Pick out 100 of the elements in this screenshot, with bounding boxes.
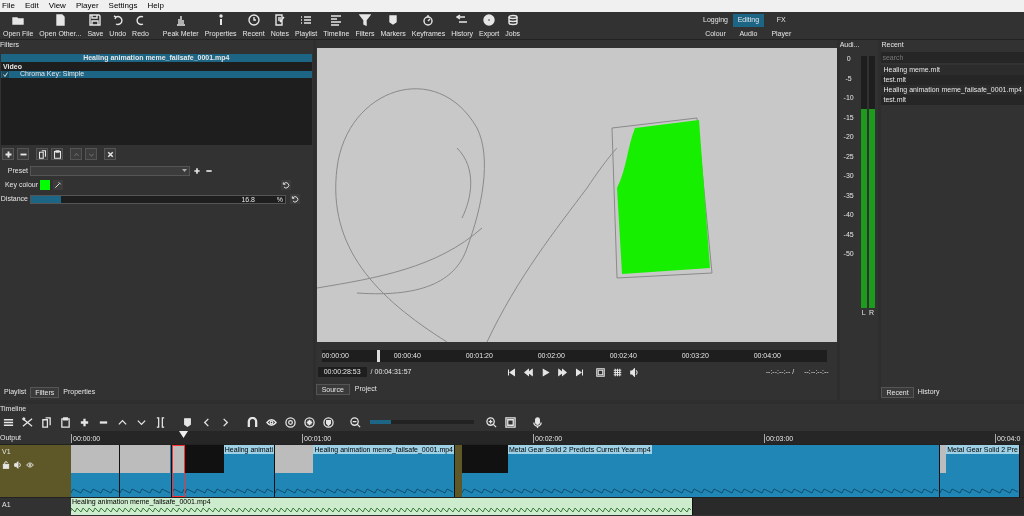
document-icon: [54, 14, 67, 26]
add-preset-button[interactable]: [192, 166, 202, 176]
filter-checkbox[interactable]: [2, 71, 9, 78]
zoom-out-icon: [349, 416, 361, 428]
timeline-toolbar-button[interactable]: [284, 416, 296, 428]
menu-item[interactable]: Player: [75, 0, 99, 12]
menu-item[interactable]: Edit: [24, 0, 39, 12]
zoom-in-icon: [485, 416, 497, 428]
marker-icon: [387, 14, 400, 26]
plus-icon: [193, 167, 201, 175]
zoom-out-button[interactable]: [349, 416, 361, 428]
timeline-toolbar-button[interactable]: [40, 416, 52, 428]
fast-forward-icon: [558, 367, 568, 377]
timeline-clip[interactable]: [71, 445, 120, 497]
volume-icon: [630, 367, 640, 377]
timeline-toolbar-button[interactable]: [78, 416, 90, 428]
playhead-marker-icon: [179, 431, 188, 440]
stack-icon: [506, 14, 519, 26]
timeline-toolbar-button[interactable]: [154, 416, 166, 428]
grid-icon: [613, 367, 623, 377]
stopwatch-icon: [422, 14, 435, 26]
close-icon: [105, 149, 115, 159]
menu-item[interactable]: File: [2, 0, 15, 12]
copy-icon: [37, 149, 47, 159]
magnet-icon: [246, 416, 258, 428]
menu-item[interactable]: View: [48, 0, 66, 12]
transport-button[interactable]: [506, 366, 518, 378]
menu-icon: [2, 416, 14, 428]
target-icon: [284, 416, 296, 428]
plus-icon: [3, 149, 13, 159]
timeline-clip[interactable]: [172, 445, 185, 497]
list-icon: [300, 14, 313, 26]
save-icon: [89, 14, 102, 26]
ripple-icon: [154, 416, 166, 428]
clock-icon: [247, 14, 260, 26]
filter-toolbar-button[interactable]: [104, 148, 116, 160]
timeline-toolbar-button[interactable]: [2, 416, 14, 428]
transport-button[interactable]: [574, 366, 586, 378]
eye-icon: [265, 416, 277, 428]
timeline-clip[interactable]: [120, 445, 172, 497]
menu-item[interactable]: Help: [147, 0, 164, 12]
reset-icon: [291, 195, 299, 203]
paste-icon: [52, 149, 62, 159]
timeline-toolbar-button[interactable]: [322, 416, 334, 428]
timeline-toolbar-button[interactable]: [59, 416, 71, 428]
star-circle-icon: [303, 416, 315, 428]
thumbnail-placeholder: [462, 445, 508, 473]
playhead[interactable]: [377, 350, 381, 362]
timeline-toolbar-button[interactable]: [303, 416, 315, 428]
marker-icon: [181, 416, 193, 428]
paste-icon: [59, 416, 71, 428]
zoom-in-button[interactable]: [485, 416, 497, 428]
thumbnail-placeholder: [71, 445, 119, 473]
eyedropper-icon: [54, 181, 62, 189]
lock-icon: [2, 461, 10, 469]
reset-button[interactable]: [290, 194, 300, 204]
plus-icon: [78, 416, 90, 428]
transport-button[interactable]: [557, 366, 569, 378]
timeline-icon: [330, 14, 343, 26]
zoom-fit-button[interactable]: [504, 416, 516, 428]
timeline-toolbar-button[interactable]: [265, 416, 277, 428]
undo-icon: [111, 14, 124, 26]
transport-button[interactable]: [629, 366, 641, 378]
colour-picker-button[interactable]: [53, 180, 63, 190]
transport-button[interactable]: [540, 366, 552, 378]
thumbnail-placeholder: [120, 445, 170, 473]
bar-meter-icon: [174, 14, 187, 26]
menu-item[interactable]: Settings: [108, 0, 138, 12]
rewind-icon: [524, 367, 534, 377]
reset-button[interactable]: [280, 180, 291, 190]
reset-icon: [281, 181, 290, 189]
eye-icon: [26, 461, 34, 469]
transport-button[interactable]: [523, 366, 535, 378]
timeline-toolbar-button[interactable]: [246, 416, 258, 428]
timeline-toolbar-button[interactable]: [21, 416, 33, 428]
history-icon: [456, 14, 469, 26]
thumbnail-placeholder: [275, 445, 314, 473]
filter-toolbar-button[interactable]: [2, 148, 14, 160]
filter-toolbar-button[interactable]: [17, 148, 29, 160]
dropdown-arrow-icon: [182, 169, 187, 173]
notes-icon: [273, 14, 286, 26]
timeline-gap: [455, 445, 462, 497]
copy-icon: [40, 416, 52, 428]
zoom-fit-icon: [596, 367, 606, 377]
filter-toolbar-button[interactable]: [51, 148, 63, 160]
colour-swatch[interactable]: [40, 180, 50, 190]
transport-button[interactable]: [595, 366, 607, 378]
zoom-fit-icon: [504, 416, 516, 428]
minus-icon: [205, 167, 213, 175]
play-icon: [541, 367, 551, 377]
filter-toolbar-button[interactable]: [36, 148, 48, 160]
timeline-toolbar-button[interactable]: [181, 416, 193, 428]
speaker-icon: [14, 461, 22, 469]
funnel-icon: [358, 14, 371, 26]
shield-circle-icon: [322, 416, 334, 428]
folder-icon: [12, 14, 25, 26]
transport-button[interactable]: [612, 366, 624, 378]
skip-end-icon: [575, 367, 585, 377]
skip-start-icon: [507, 367, 517, 377]
thumbnail-placeholder: [940, 445, 947, 473]
